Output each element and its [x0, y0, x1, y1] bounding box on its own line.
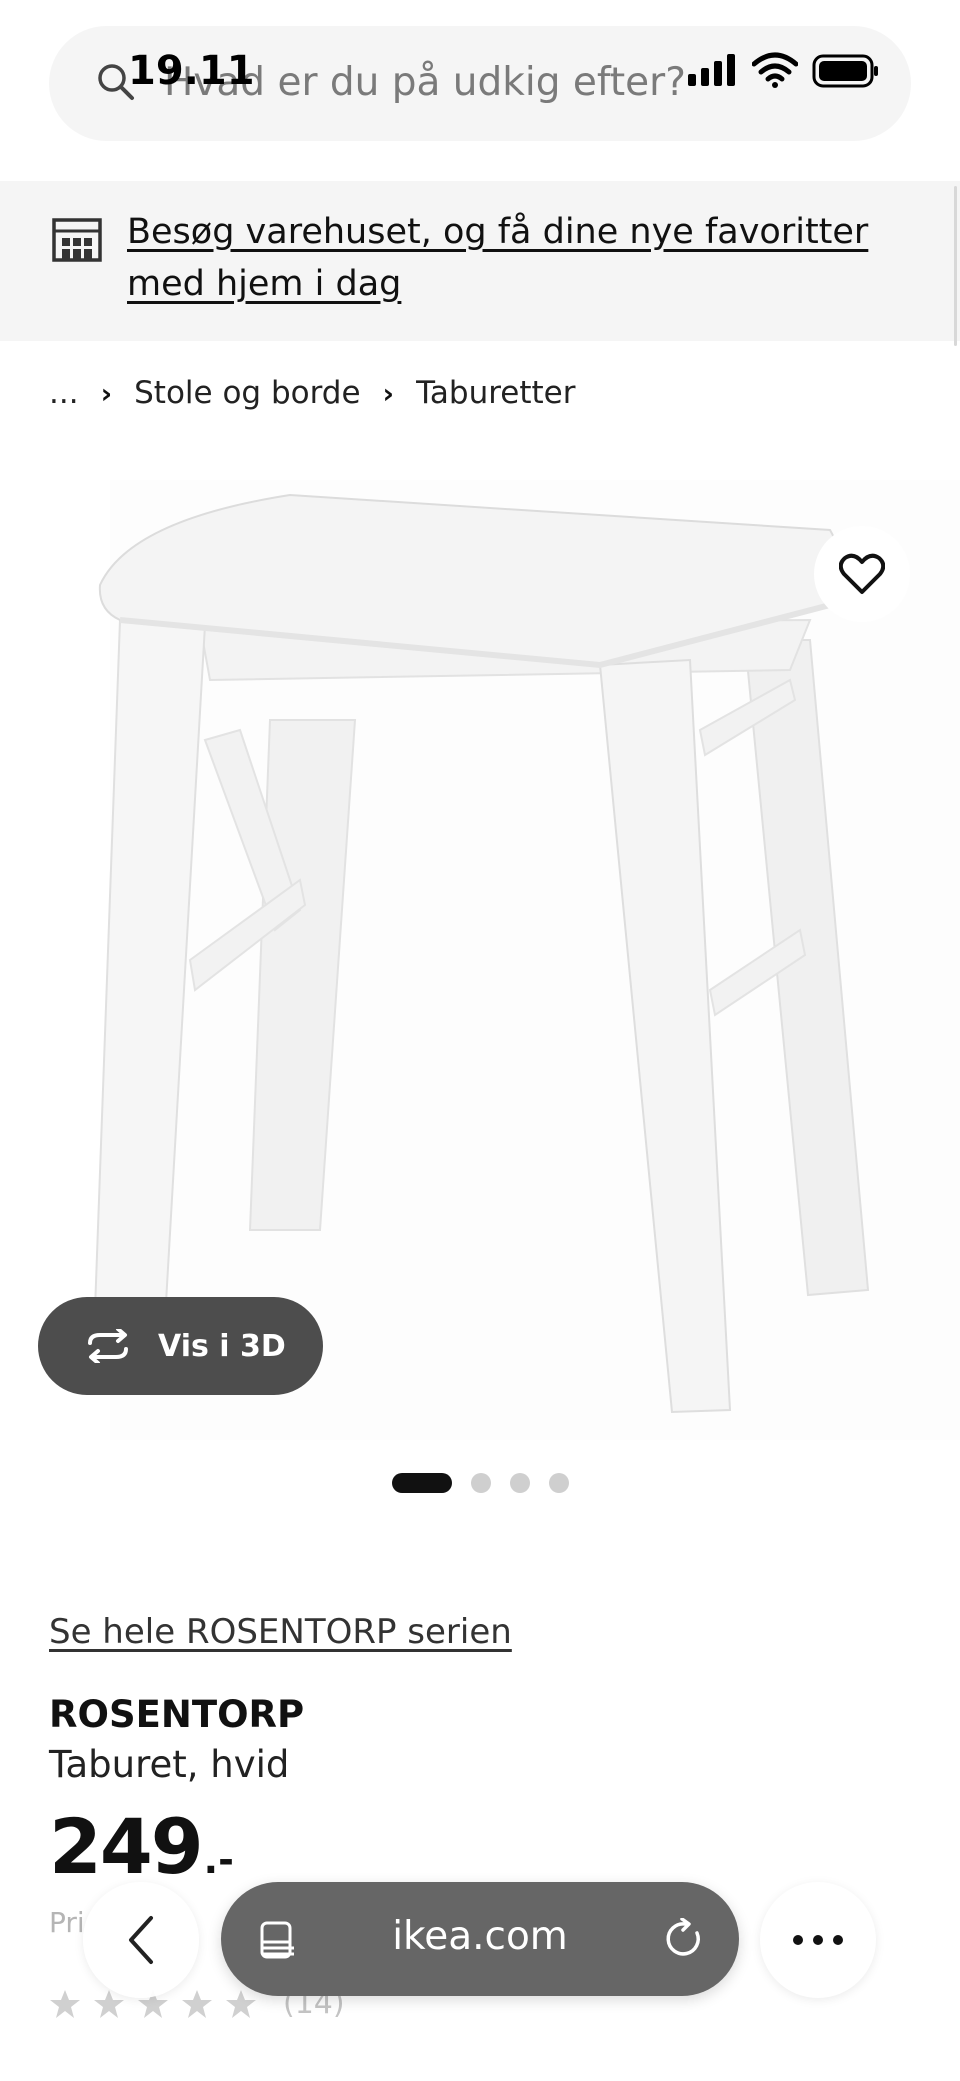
- scroll-indicator: [954, 186, 957, 346]
- series-link[interactable]: Se hele ROSENTORP serien: [49, 1612, 512, 1652]
- more-icon: [793, 1935, 843, 1945]
- star-icon: [182, 1989, 212, 2018]
- carousel-dots: [392, 1473, 588, 1493]
- view-3d-label: Vis i 3D: [158, 1328, 286, 1364]
- product-description: Taburet, hvid: [49, 1743, 290, 1786]
- carousel-dot-1[interactable]: [392, 1473, 452, 1493]
- url-text[interactable]: ikea.com: [330, 1914, 630, 1959]
- heart-icon: [839, 553, 885, 594]
- star-icon: [50, 1989, 80, 2018]
- breadcrumb-ellipsis[interactable]: ...: [49, 375, 79, 411]
- price-note: Pri: [49, 1906, 85, 1939]
- star-icon: [226, 1989, 256, 2018]
- chevron-right-icon: ›: [382, 376, 395, 410]
- carousel-dot-4[interactable]: [549, 1473, 569, 1493]
- wifi-icon: [752, 52, 798, 88]
- price-suffix: .-: [203, 1838, 234, 1882]
- price-amount: 249: [49, 1802, 204, 1891]
- view-3d-button[interactable]: Vis i 3D: [38, 1297, 323, 1395]
- back-button[interactable]: [83, 1882, 199, 1998]
- rotate-3d-icon: [88, 1329, 128, 1363]
- store-icon: [52, 218, 102, 262]
- product-name: ROSENTORP: [49, 1693, 305, 1736]
- breadcrumb-stole-og-borde[interactable]: Stole og borde: [134, 375, 360, 411]
- chevron-right-icon: ›: [100, 376, 113, 410]
- breadcrumb: ... › Stole og borde › Taburetter: [49, 372, 575, 414]
- store-visit-link[interactable]: Besøg varehuset, og få dine nye favoritt…: [127, 206, 907, 310]
- status-time: 19.11: [128, 48, 255, 94]
- carousel-dot-3[interactable]: [510, 1473, 530, 1493]
- back-chevron-icon: [129, 1916, 153, 1964]
- reload-icon[interactable]: [664, 1918, 706, 1960]
- favorite-button[interactable]: [814, 526, 910, 622]
- signal-icon: [688, 54, 735, 86]
- carousel-dot-2[interactable]: [471, 1473, 491, 1493]
- battery-icon: [812, 54, 878, 88]
- breadcrumb-taburetter[interactable]: Taburetter: [416, 375, 575, 411]
- product-price: 249 .-: [49, 1802, 234, 1891]
- more-button[interactable]: [760, 1882, 876, 1998]
- reader-icon[interactable]: [258, 1920, 298, 1960]
